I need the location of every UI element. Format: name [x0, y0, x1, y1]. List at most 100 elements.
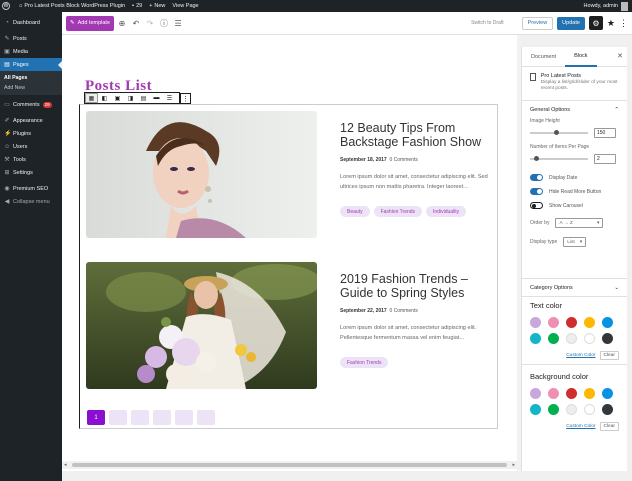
align-left-icon[interactable]: ◧ — [98, 93, 111, 103]
site-name-link[interactable]: ⌂ Pro Latest Posts Block WordPress Plugin — [19, 3, 125, 9]
slider-knob[interactable] — [553, 130, 559, 135]
color-swatch[interactable] — [566, 404, 577, 415]
sidebar-item-posts[interactable]: ✎ Posts — [0, 32, 62, 45]
page-button[interactable]: 6 — [197, 410, 215, 425]
undo-icon[interactable]: ↶ — [130, 17, 142, 29]
post-thumbnail[interactable] — [86, 262, 317, 389]
slider-knob[interactable] — [534, 156, 540, 161]
items-per-page-input[interactable]: 2 — [594, 154, 616, 164]
page-button[interactable]: 2 — [109, 410, 127, 425]
align-right-icon[interactable]: ◨ — [124, 93, 137, 103]
color-swatch[interactable] — [530, 317, 541, 328]
sidebar-item-collapse[interactable]: ◀ Collapse menu — [0, 195, 62, 208]
tag-pill[interactable]: Beauty — [340, 206, 370, 217]
sidebar-item-media[interactable]: ▣ Media — [0, 45, 62, 58]
wordpress-logo-icon[interactable]: W — [0, 0, 12, 12]
submenu-add-new[interactable]: Add New — [0, 83, 62, 93]
star-icon[interactable]: ★ — [607, 18, 615, 29]
color-swatch[interactable] — [566, 388, 577, 399]
clear-button[interactable]: Clear — [599, 422, 619, 431]
color-swatch[interactable] — [584, 404, 595, 415]
account-menu[interactable]: Howdy, admin — [584, 0, 628, 12]
color-swatch[interactable] — [530, 388, 541, 399]
sidebar-item-pages[interactable]: ▤ Pages — [0, 58, 62, 71]
block-navigation-icon[interactable]: ☰ — [172, 17, 184, 29]
color-swatch[interactable] — [548, 404, 559, 415]
sidebar-item-users[interactable]: ☺ Users — [0, 140, 62, 153]
order-by-select[interactable]: A → Z ▾ — [555, 218, 604, 228]
color-swatch[interactable] — [530, 333, 541, 344]
block-more-icon[interactable]: ⋮ — [180, 93, 191, 104]
display-type-select[interactable]: List ▾ — [563, 237, 587, 247]
update-button[interactable]: Update — [557, 16, 585, 30]
redo-icon[interactable]: ↷ — [144, 17, 156, 29]
color-swatch[interactable] — [584, 317, 595, 328]
sidebar-item-comments[interactable]: ▭ Comments 29 — [0, 98, 62, 111]
switch-to-draft-button[interactable]: Switch to Draft — [471, 20, 504, 26]
list-view-icon[interactable]: ☰ — [163, 93, 176, 103]
sidebar-item-appearance[interactable]: ✐ Appearance — [0, 114, 62, 127]
tab-document[interactable]: Document — [522, 47, 565, 67]
post-comments-link[interactable]: 0 Comments — [389, 157, 417, 163]
image-height-input[interactable]: 150 — [594, 128, 616, 138]
preview-button[interactable]: Preview — [521, 16, 554, 30]
color-swatch[interactable] — [584, 388, 595, 399]
submenu-all-pages[interactable]: All Pages — [0, 73, 62, 83]
image-height-slider[interactable] — [530, 130, 588, 135]
info-icon[interactable]: ⓘ — [158, 17, 170, 29]
horizontal-scrollbar[interactable]: ◂ ▸ — [62, 461, 517, 469]
color-swatch[interactable] — [602, 388, 613, 399]
align-center-icon[interactable]: ▣ — [111, 93, 124, 103]
color-swatch[interactable] — [584, 333, 595, 344]
toggle-switch-on[interactable] — [530, 188, 543, 195]
settings-scrollbar[interactable] — [627, 47, 632, 471]
scroll-right-arrow-icon[interactable]: ▸ — [512, 462, 515, 468]
toggle-display-date[interactable]: Display Date — [530, 174, 619, 181]
tag-pill[interactable]: Fashion Trends — [340, 357, 389, 368]
view-page-link[interactable]: View Page — [172, 3, 198, 9]
align-wide-icon[interactable]: ▤ — [137, 93, 150, 103]
page-button[interactable]: 5 — [175, 410, 193, 425]
color-swatch[interactable] — [602, 333, 613, 344]
toggle-hide-read-more[interactable]: Hide Read More Button — [530, 188, 619, 195]
custom-color-link[interactable]: Custom Color — [566, 353, 595, 358]
tag-pill[interactable]: Individuality — [426, 206, 467, 217]
toggle-switch-off[interactable] — [530, 202, 543, 209]
post-comments-link[interactable]: 0 Comments — [389, 308, 417, 314]
color-swatch[interactable] — [602, 317, 613, 328]
sidebar-item-settings[interactable]: ⊞ Settings — [0, 166, 62, 179]
custom-color-link[interactable]: Custom Color — [566, 424, 595, 429]
clear-button[interactable]: Clear — [599, 351, 619, 360]
scroll-left-arrow-icon[interactable]: ◂ — [64, 462, 67, 468]
block-type-icon[interactable]: ▦ — [85, 93, 98, 103]
sidebar-item-tools[interactable]: ⚒ Tools — [0, 153, 62, 166]
general-options-header[interactable]: General Options ⌃ — [530, 101, 619, 118]
toggle-switch-on[interactable] — [530, 174, 543, 181]
new-content-link[interactable]: + New — [149, 3, 165, 9]
color-swatch[interactable] — [548, 388, 559, 399]
scrollbar-thumb[interactable] — [72, 463, 507, 467]
more-options-icon[interactable]: ⋮ — [619, 18, 628, 29]
align-full-icon[interactable]: ▬ — [150, 93, 163, 103]
close-icon[interactable]: ✕ — [617, 52, 623, 60]
tab-block[interactable]: Block — [565, 47, 597, 67]
color-swatch[interactable] — [602, 404, 613, 415]
page-button[interactable]: 3 — [131, 410, 149, 425]
page-button-current[interactable]: 1 — [87, 410, 105, 425]
sidebar-item-dashboard[interactable]: ◔ Dashboard — [0, 16, 62, 29]
sidebar-item-plugins[interactable]: ⚡ Plugins — [0, 127, 62, 140]
updates-link[interactable]: ▪ 29 — [132, 3, 142, 9]
sidebar-item-premium-seo[interactable]: ◉ Premium SEO — [0, 182, 62, 195]
tag-pill[interactable]: Fashion Trends — [373, 206, 423, 217]
color-swatch[interactable] — [530, 404, 541, 415]
color-swatch[interactable] — [548, 333, 559, 344]
add-template-button[interactable]: ✎ Add template — [66, 15, 115, 31]
items-per-page-slider[interactable] — [530, 156, 588, 161]
post-title[interactable]: 2019 Fashion Trends – Guide to Spring St… — [340, 272, 495, 300]
add-block-icon[interactable]: ⊕ — [116, 17, 128, 29]
color-swatch[interactable] — [548, 317, 559, 328]
page-button[interactable]: 4 — [153, 410, 171, 425]
toggle-show-carousel[interactable]: Show Carousel — [530, 202, 619, 209]
color-swatch[interactable] — [566, 317, 577, 328]
post-thumbnail[interactable] — [86, 111, 317, 238]
